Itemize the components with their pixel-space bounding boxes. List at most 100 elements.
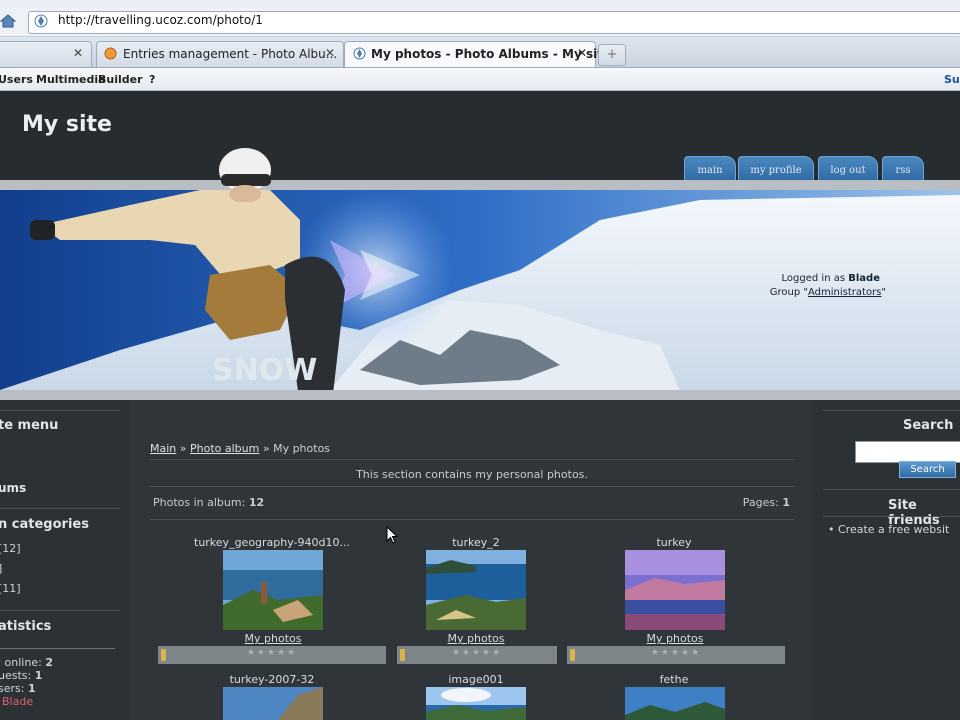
divider [0, 410, 120, 411]
photo-title[interactable]: image001 [376, 673, 576, 686]
pages-value[interactable]: 1 [782, 496, 790, 509]
divider [0, 610, 120, 611]
photo-thumbnail[interactable] [223, 687, 323, 720]
breadcrumb-sep: » [179, 442, 187, 455]
group-label: Group " [769, 287, 808, 298]
group-line: Group "Administrators" [740, 287, 886, 298]
page-icon [34, 14, 48, 28]
photo-thumbnail[interactable] [625, 550, 725, 630]
tab-my-photos[interactable]: My photos - Photo Albums - My site ✕ [344, 41, 611, 67]
photo-album-link[interactable]: My photos [615, 632, 735, 645]
section-description: This section contains my personal photos… [356, 468, 588, 481]
admin-menu-users[interactable]: Users [0, 73, 33, 86]
photo-title[interactable]: fethe [574, 673, 774, 686]
group-link[interactable]: Administrators [808, 287, 881, 298]
banner-snow-text: SNOW [212, 353, 317, 388]
search-input[interactable] [855, 441, 960, 463]
photo-album-link[interactable]: My photos [416, 632, 536, 645]
divider [823, 489, 960, 490]
tab-label: My photos - Photo Albums - My site [371, 47, 612, 61]
close-icon[interactable]: ✕ [73, 46, 83, 60]
new-tab-button[interactable]: + [598, 44, 626, 66]
divider [150, 459, 794, 460]
divider [823, 410, 960, 411]
nav-my-profile[interactable]: my profile [738, 156, 814, 181]
logged-in-label: Logged in as [781, 273, 846, 284]
breadcrumb-photo-album[interactable]: Photo album [190, 442, 259, 455]
stat-label: sers: [0, 682, 25, 695]
photo-title[interactable]: turkey_2 [376, 536, 576, 549]
site-header [0, 91, 960, 180]
search-button[interactable]: Search [899, 461, 956, 478]
nav-main[interactable]: main [684, 156, 736, 181]
breadcrumb-current: My photos [273, 442, 331, 455]
photo-title[interactable]: turkey [574, 536, 774, 549]
category-count[interactable]: [12] [0, 542, 21, 555]
nav-rss[interactable]: rss [882, 156, 924, 181]
divider [0, 508, 120, 509]
category-count[interactable]: ] [0, 562, 2, 575]
pages-indicator: Pages: 1 [700, 496, 790, 509]
stat-value: 1 [34, 669, 43, 682]
friends-link[interactable]: Create a free websit [838, 523, 949, 536]
divider [0, 648, 115, 649]
rating-stars[interactable]: ★★★★★ [397, 648, 557, 658]
username[interactable]: Blade [848, 273, 880, 284]
breadcrumb-main[interactable]: Main [150, 442, 176, 455]
statistics-title: atistics [0, 619, 52, 634]
sidebar-item-albums[interactable]: ums [0, 481, 26, 495]
photos-count-value: 12 [248, 496, 265, 509]
admin-bar: Users Multimedia Builder ? Sup [0, 68, 960, 91]
photo-title[interactable]: turkey-2007-32 [172, 673, 372, 686]
rating-bar[interactable]: ★★★★★ [567, 646, 785, 664]
rating-bar[interactable]: ★★★★★ [397, 646, 557, 664]
bullet-icon: • [828, 523, 835, 536]
close-icon[interactable]: ✕ [577, 46, 587, 60]
photo-album-link[interactable]: My photos [213, 632, 333, 645]
tab-entries-management[interactable]: Entries management - Photo Albu... ✕ [96, 41, 344, 67]
rating-stars[interactable]: ★★★★★ [158, 648, 386, 658]
stat-users: sers: 1 [0, 682, 36, 695]
browser-titlebar [0, 0, 960, 8]
tab-label: Entries management - Photo Albu... [123, 47, 338, 61]
tab-partial[interactable]: ✕ [0, 41, 92, 67]
stat-value: 1 [27, 682, 36, 695]
url-text: http://travelling.ucoz.com/photo/1 [58, 13, 263, 27]
site-icon [104, 47, 117, 60]
photos-count: Photos in album: 12 [153, 496, 264, 509]
admin-menu-help[interactable]: ? [149, 73, 155, 86]
nav-log-out[interactable]: log out [818, 156, 878, 181]
photo-thumbnail[interactable] [426, 687, 526, 720]
admin-menu-multimedia[interactable]: Multimedia [36, 73, 106, 86]
divider [150, 519, 794, 520]
stat-online: l online: 2 [0, 656, 53, 669]
category-count[interactable]: [11] [0, 582, 21, 595]
logged-in-line: Logged in as Blade [740, 273, 880, 284]
search-title: Search [903, 418, 954, 433]
home-icon[interactable] [0, 13, 16, 29]
divider [823, 516, 960, 517]
online-user-link[interactable]: Blade [2, 695, 33, 708]
site-menu-title: te menu [0, 418, 59, 433]
photos-count-label: Photos in album: [153, 496, 246, 509]
breadcrumb-sep: » [262, 442, 270, 455]
categories-title: n categories [0, 517, 89, 532]
photo-thumbnail[interactable] [625, 687, 725, 720]
admin-menu-builder[interactable]: Builder [98, 73, 143, 86]
admin-support-link[interactable]: Sup [944, 73, 960, 86]
stat-label: l online: [0, 656, 42, 669]
photo-title[interactable]: turkey_geography-940d10... [172, 536, 372, 549]
friends-list-item[interactable]: • Create a free websit [828, 523, 949, 536]
breadcrumb: Main » Photo album » My photos [150, 442, 330, 455]
rider-head-image [219, 148, 271, 202]
page-icon [353, 47, 366, 60]
mouse-cursor-icon [386, 526, 398, 544]
rating-bar[interactable]: ★★★★★ [158, 646, 386, 664]
site-title[interactable]: My site [22, 112, 112, 137]
stat-guests: uests: 1 [0, 669, 42, 682]
photo-thumbnail[interactable] [426, 550, 526, 630]
close-icon[interactable]: ✕ [325, 46, 335, 60]
rating-stars[interactable]: ★★★★★ [567, 648, 785, 658]
stat-label: uests: [0, 669, 32, 682]
photo-thumbnail[interactable] [223, 550, 323, 630]
